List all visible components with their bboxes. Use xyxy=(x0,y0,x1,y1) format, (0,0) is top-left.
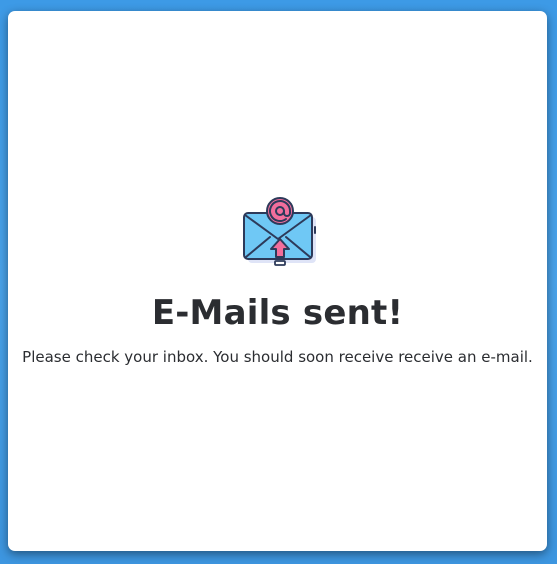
dialog-card: E-Mails sent! Please check your inbox. Y… xyxy=(8,11,547,551)
dialog-title: E-Mails sent! xyxy=(151,293,404,333)
email-sent-icon xyxy=(238,197,318,273)
dialog-message: Please check your inbox. You should soon… xyxy=(22,348,533,366)
dialog-content: E-Mails sent! Please check your inbox. Y… xyxy=(8,197,547,367)
